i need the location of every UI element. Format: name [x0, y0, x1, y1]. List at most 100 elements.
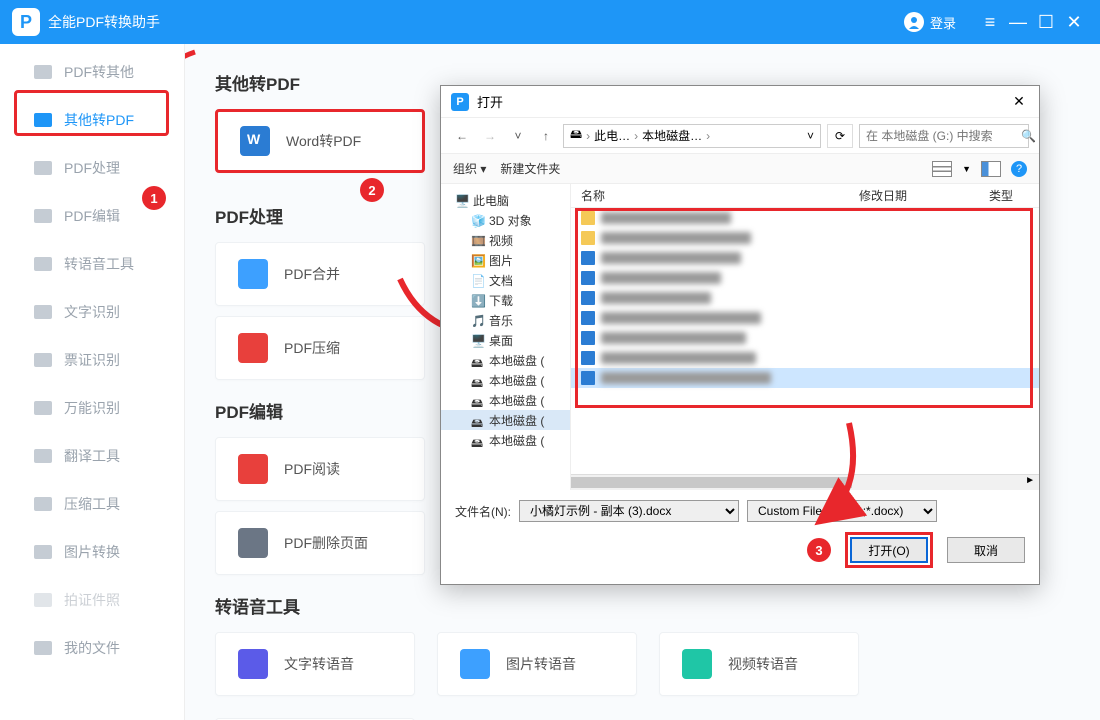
crumb-segment[interactable]: 此电… — [594, 127, 630, 144]
chevron-down-icon[interactable]: ▼ — [962, 164, 971, 174]
file-row[interactable]: xxx — [571, 308, 1039, 328]
tree-label: 桌面 — [489, 332, 513, 349]
search-icon[interactable]: 🔍 — [1021, 129, 1036, 143]
horizontal-scrollbar[interactable]: ◄► — [571, 474, 1039, 490]
login-link[interactable]: 登录 — [930, 13, 956, 32]
tree-item[interactable]: 🖴本地磁盘 ( — [441, 390, 570, 410]
word-file-icon — [581, 371, 595, 385]
tree-item[interactable]: 🎵音乐 — [441, 310, 570, 330]
col-name[interactable]: 名称 — [571, 187, 849, 204]
col-date[interactable]: 修改日期 — [849, 187, 979, 204]
view-icon[interactable] — [932, 161, 952, 177]
cancel-button[interactable]: 取消 — [947, 537, 1025, 563]
card-word-to-pdf[interactable]: W Word转PDF 2 — [215, 109, 425, 173]
file-icon — [34, 305, 52, 319]
scroll-thumb[interactable] — [571, 477, 852, 488]
sidebar-item-image[interactable]: 图片转换 — [0, 528, 184, 576]
tree-item[interactable]: 📄文档 — [441, 270, 570, 290]
tree-item[interactable]: 🖴本地磁盘 ( — [441, 430, 570, 450]
tree-icon: 🖼️ — [471, 254, 485, 266]
sidebar-item-translate[interactable]: 翻译工具 — [0, 432, 184, 480]
new-folder-button[interactable]: 新建文件夹 — [500, 160, 560, 177]
sidebar-item-ticket[interactable]: 票证识别 — [0, 336, 184, 384]
sidebar-item-universal[interactable]: 万能识别 — [0, 384, 184, 432]
file-columns: 名称 修改日期 类型 — [571, 184, 1039, 208]
sidebar-item-myfiles[interactable]: 我的文件 — [0, 624, 184, 672]
word-file-icon — [581, 291, 595, 305]
tree-item[interactable]: 🖴本地磁盘 ( — [441, 350, 570, 370]
close-icon[interactable]: ✕ — [1009, 93, 1029, 110]
tree-label: 本地磁盘 ( — [489, 412, 544, 429]
sidebar-item-compress[interactable]: 压缩工具 — [0, 480, 184, 528]
filetype-select[interactable]: Custom Files (*.doc;*.docx) — [747, 500, 937, 522]
col-type[interactable]: 类型 — [979, 187, 1039, 204]
crumb-segment[interactable]: 本地磁盘… — [642, 127, 702, 144]
file-row[interactable]: xxx — [571, 248, 1039, 268]
card-pdf-read[interactable]: PDF阅读 — [215, 437, 425, 501]
file-row[interactable]: xxx — [571, 288, 1039, 308]
sidebar-item-pdf-to-other[interactable]: PDF转其他 — [0, 48, 184, 96]
sidebar-label: 文字识别 — [64, 302, 120, 322]
tree-item[interactable]: ⬇️下载 — [441, 290, 570, 310]
recent-icon[interactable]: ˅ — [507, 129, 529, 143]
card-pdf-compress[interactable]: PDF压缩 — [215, 316, 425, 380]
file-icon — [34, 209, 52, 223]
tree-label: 本地磁盘 ( — [489, 432, 544, 449]
file-icon — [34, 497, 52, 511]
preview-pane-icon[interactable] — [981, 161, 1001, 177]
card-pdf-delete-page[interactable]: PDF删除页面 — [215, 511, 425, 575]
tree-item[interactable]: 🖥️桌面 — [441, 330, 570, 350]
search-input[interactable]: 🔍 — [859, 124, 1029, 148]
tree-item[interactable]: 🖥️此电脑 — [441, 190, 570, 210]
card-image-tts[interactable]: 图片转语音 — [437, 632, 637, 696]
tree-label: 下载 — [489, 292, 513, 309]
refresh-icon[interactable]: ⟳ — [827, 124, 853, 148]
file-row[interactable]: xxx — [571, 368, 1039, 388]
tree-item[interactable]: 🧊3D 对象 — [441, 210, 570, 230]
sidebar-item-tts[interactable]: 转语音工具 — [0, 240, 184, 288]
file-row[interactable]: xxx — [571, 208, 1039, 228]
file-row[interactable]: xxx — [571, 268, 1039, 288]
file-row[interactable]: xxx — [571, 348, 1039, 368]
dialog-navbar: ← → ˅ ↑ 🖴 › 此电… › 本地磁盘… › ˅ ⟳ 🔍 — [441, 118, 1039, 154]
tree-item[interactable]: 🖼️图片 — [441, 250, 570, 270]
organize-button[interactable]: 组织 ▾ — [453, 160, 486, 177]
sidebar-item-ocr[interactable]: 文字识别 — [0, 288, 184, 336]
tree-label: 3D 对象 — [489, 212, 532, 229]
back-icon[interactable]: ← — [451, 129, 473, 143]
word-file-icon — [581, 351, 595, 365]
sidebar-label: 万能识别 — [64, 398, 120, 418]
tree-item[interactable]: 🖴本地磁盘 ( — [441, 410, 570, 430]
menu-icon[interactable]: ≡ — [976, 12, 1004, 33]
file-icon — [34, 545, 52, 559]
tree-item[interactable]: 🎞️视频 — [441, 230, 570, 250]
sidebar-label: PDF处理 — [64, 158, 120, 178]
card-text-tts[interactable]: 文字转语音 — [215, 632, 415, 696]
tree-icon: 🖥️ — [455, 194, 469, 206]
file-icon — [34, 161, 52, 175]
chevron-down-icon[interactable]: ˅ — [807, 129, 814, 143]
forward-icon[interactable]: → — [479, 129, 501, 143]
file-icon — [34, 593, 52, 607]
minimize-icon[interactable]: — — [1004, 12, 1032, 33]
file-row[interactable]: xxx — [571, 328, 1039, 348]
avatar-icon[interactable] — [904, 12, 924, 32]
file-list[interactable]: xxx xxx xxx xxx xxx xxx xxx xxx xxx — [571, 208, 1039, 468]
card-label: PDF压缩 — [284, 338, 340, 358]
file-row[interactable]: xxx — [571, 228, 1039, 248]
tree-item[interactable]: 🖴本地磁盘 ( — [441, 370, 570, 390]
card-pdf-merge[interactable]: PDF合并 — [215, 242, 425, 306]
sidebar-item-idphoto[interactable]: 拍证件照 — [0, 576, 184, 624]
breadcrumb[interactable]: 🖴 › 此电… › 本地磁盘… › ˅ — [563, 124, 821, 148]
sidebar-item-other-to-pdf[interactable]: 其他转PDF — [0, 96, 184, 144]
help-icon[interactable]: ? — [1011, 161, 1027, 177]
search-field[interactable] — [866, 129, 1021, 143]
filename-input[interactable]: 小橘灯示例 - 副本 (3).docx — [519, 500, 739, 522]
open-button[interactable]: 打开(O) — [850, 537, 928, 563]
compress-icon — [238, 333, 268, 363]
sidebar-item-pdf-process[interactable]: PDF处理 — [0, 144, 184, 192]
maximize-icon[interactable]: ☐ — [1032, 12, 1060, 33]
card-video-tts[interactable]: 视频转语音 — [659, 632, 859, 696]
up-icon[interactable]: ↑ — [535, 129, 557, 143]
close-icon[interactable]: ✕ — [1060, 12, 1088, 33]
